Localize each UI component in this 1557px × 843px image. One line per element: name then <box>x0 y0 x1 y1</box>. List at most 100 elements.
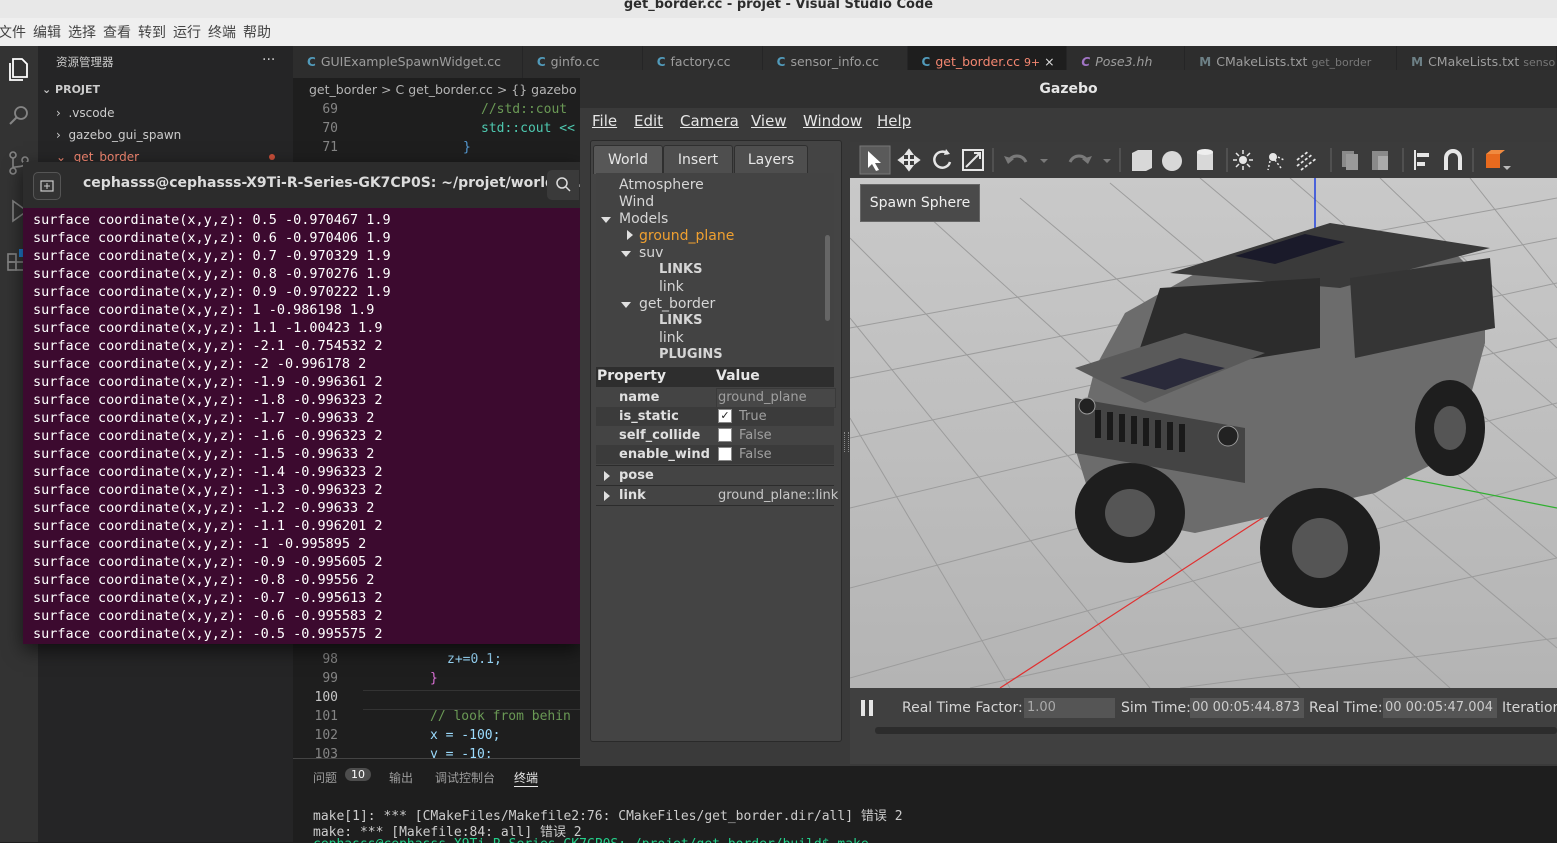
snap-magnet-icon[interactable] <box>1444 149 1462 170</box>
prop-row-is-static[interactable]: is_static ✓ True <box>596 407 834 426</box>
gz-menu-help[interactable]: Help <box>877 112 911 130</box>
gz-menu-window[interactable]: Window <box>803 112 862 130</box>
scale-mode-icon[interactable] <box>962 149 984 171</box>
tree-suv-link[interactable]: link <box>659 279 684 295</box>
prop-name-value[interactable]: ground_plane <box>718 390 807 405</box>
pause-icon[interactable] <box>869 700 873 716</box>
breadcrumb-namespace[interactable]: {} gazebo <box>511 82 576 97</box>
tab-guiexamplespawnwidget[interactable]: C GUIExampleSpawnWidget.cc <box>293 46 523 78</box>
line-number: 98 <box>322 652 338 667</box>
breadcrumb-file[interactable]: C get_border.cc <box>396 82 493 97</box>
search-icon[interactable] <box>4 101 34 131</box>
expand-down-icon[interactable] <box>621 251 631 257</box>
tree-scrollbar[interactable] <box>825 235 830 321</box>
tab-layers[interactable]: Layers <box>734 145 808 174</box>
checkbox-self-collide[interactable] <box>718 428 732 442</box>
folder-gazebo-gui-spawn[interactable]: › gazebo_gui_spawn <box>56 125 181 145</box>
box-shape-icon[interactable] <box>1132 150 1152 171</box>
line-number: 71 <box>322 140 338 155</box>
menu-help[interactable]: 帮助 <box>243 22 278 42</box>
tree-get-border-link[interactable]: link <box>659 330 684 346</box>
pause-icon[interactable] <box>861 700 865 716</box>
tree-models[interactable]: Models <box>619 211 668 227</box>
expand-right-icon[interactable] <box>604 491 610 501</box>
prop-row-name[interactable]: name ground_plane <box>596 388 836 408</box>
tree-ground-plane[interactable]: ground_plane <box>639 228 734 244</box>
world-tree[interactable]: Atmosphere Wind Models ground_plane suv … <box>596 173 834 365</box>
terminal-line: surface coordinate(x,y,z): 0.5 -0.970467… <box>33 212 391 228</box>
checkbox-is-static-checked[interactable]: ✓ <box>718 409 732 423</box>
cpp-file-icon: C <box>921 55 931 69</box>
new-tab-button[interactable] <box>33 172 61 200</box>
spawn-sphere-button[interactable]: Spawn Sphere <box>860 184 980 222</box>
panel-tab-output[interactable]: 输出 <box>389 769 413 786</box>
redo-dropdown-icon[interactable] <box>1103 159 1111 163</box>
copy-icon[interactable] <box>1342 151 1358 170</box>
undo-dropdown-icon[interactable] <box>1040 159 1048 163</box>
sphere-shape-icon[interactable] <box>1162 151 1182 171</box>
gz-menu-camera[interactable]: Camera <box>680 112 739 130</box>
prop-row-link[interactable]: link ground_plane::link <box>596 485 838 506</box>
prop-row-self-collide[interactable]: self_collide False <box>596 426 834 445</box>
panel-tab-problems[interactable]: 问题 <box>313 769 337 786</box>
status-scrollbar[interactable] <box>875 727 1557 734</box>
menu-goto[interactable]: 转到 <box>138 22 173 42</box>
menu-terminal[interactable]: 终端 <box>208 22 243 42</box>
panel-tab-debug-console[interactable]: 调试控制台 <box>435 769 495 786</box>
gz-menu-file[interactable]: File <box>592 112 617 130</box>
undo-icon[interactable] <box>1004 154 1028 164</box>
tree-suv-links[interactable]: LINKS <box>659 262 702 277</box>
tree-suv[interactable]: suv <box>639 245 663 261</box>
breadcrumb-folder[interactable]: get_border <box>309 82 377 97</box>
prop-row-pose[interactable]: pose <box>596 465 834 485</box>
explorer-more-button[interactable]: ··· <box>262 50 275 70</box>
3d-viewport[interactable]: Spawn Sphere <box>849 177 1557 689</box>
cylinder-shape-icon[interactable] <box>1197 149 1213 170</box>
code-line: z+=0.1; <box>447 652 502 667</box>
tab-insert[interactable]: Insert <box>663 145 733 174</box>
select-mode-icon[interactable] <box>859 145 891 175</box>
tab-world[interactable]: World <box>593 145 663 174</box>
checkbox-enable-wind[interactable] <box>718 447 732 461</box>
line-number: 101 <box>314 709 338 724</box>
explorer-icon[interactable] <box>4 54 34 84</box>
breadcrumb-separator: > <box>496 82 508 97</box>
expand-right-icon[interactable] <box>627 230 633 240</box>
expand-down-icon[interactable] <box>601 217 611 223</box>
point-light-icon[interactable] <box>1233 150 1253 170</box>
menu-view[interactable]: 查看 <box>103 22 138 42</box>
prop-row-enable-wind[interactable]: enable_wind False <box>596 445 834 464</box>
tree-get-border-links[interactable]: LINKS <box>659 313 702 328</box>
terminal-output[interactable]: surface coordinate(x,y,z): 0.5 -0.970467… <box>33 211 580 643</box>
terminal-line: surface coordinate(x,y,z): -1.5 -0.99633… <box>33 446 375 462</box>
folder-vscode[interactable]: › .vscode <box>56 103 115 123</box>
translate-mode-icon[interactable] <box>897 148 921 172</box>
align-icon[interactable] <box>1414 150 1429 170</box>
rotate-mode-icon[interactable] <box>933 149 952 169</box>
redo-icon[interactable] <box>1068 154 1092 164</box>
terminal-line: surface coordinate(x,y,z): -1 -0.995895 … <box>33 536 367 552</box>
splitter-handle[interactable] <box>844 432 849 452</box>
terminal-window[interactable]: cephasss@cephasss-X9Ti-R-Series-GK7CP0S:… <box>23 162 581 644</box>
directional-light-icon[interactable] <box>1296 150 1318 171</box>
tree-get-border[interactable]: get_border <box>639 296 715 312</box>
menu-file[interactable]: 文件 <box>0 22 33 42</box>
menu-selection[interactable]: 选择 <box>68 22 103 42</box>
spot-light-icon[interactable] <box>1267 153 1285 171</box>
vscode-menubar: 文件 编辑 选择 查看 转到 运行 终端 帮助 <box>0 18 1557 47</box>
paste-icon[interactable] <box>1372 151 1388 170</box>
gz-menu-view[interactable]: View <box>751 112 787 130</box>
menu-run[interactable]: 运行 <box>173 22 208 42</box>
terminal-search-button[interactable] <box>547 170 579 200</box>
panel-tab-terminal[interactable]: 终端 <box>514 769 539 787</box>
expand-down-icon[interactable] <box>621 302 631 308</box>
gz-menu-edit[interactable]: Edit <box>634 112 663 130</box>
view-angle-icon[interactable] <box>1486 150 1511 170</box>
tree-wind[interactable]: Wind <box>619 194 654 210</box>
expand-right-icon[interactable] <box>604 471 610 481</box>
close-tab-icon[interactable]: × <box>1044 54 1054 69</box>
tree-atmosphere[interactable]: Atmosphere <box>619 177 704 193</box>
explorer-root-projet[interactable]: ⌄ PROJET <box>42 80 100 100</box>
menu-edit[interactable]: 编辑 <box>33 22 68 42</box>
tree-get-border-plugins[interactable]: PLUGINS <box>659 347 723 363</box>
